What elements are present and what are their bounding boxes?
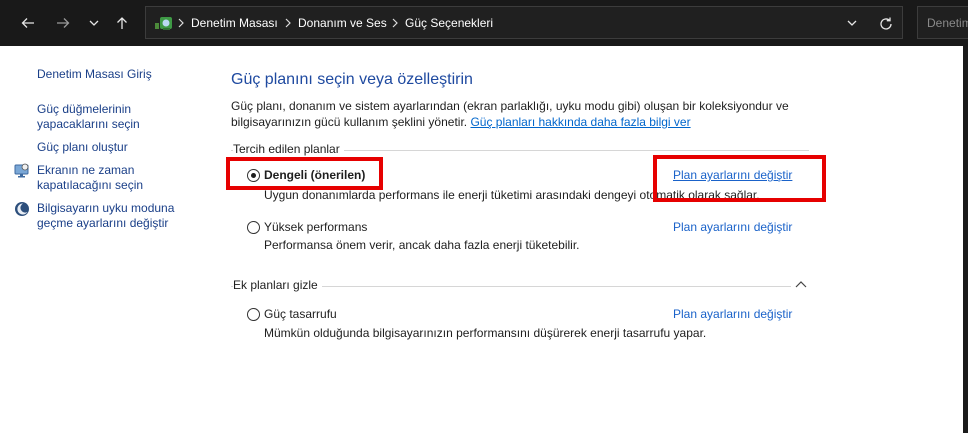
back-arrow-icon	[21, 18, 34, 28]
plan-radio-power-saver[interactable]	[247, 308, 260, 321]
address-path-box[interactable]: Denetim Masası Donanım ve Ses Güç Seçene…	[145, 6, 903, 39]
learn-more-link[interactable]: Güç planları hakkında daha fazla bilgi v…	[470, 115, 690, 129]
control-panel-icon	[155, 17, 172, 30]
plan-name-high-performance[interactable]: Yüksek performans	[264, 220, 367, 234]
plan-desc-high-performance: Performansa önem verir, ancak daha fazla…	[264, 238, 580, 252]
up-button[interactable]	[108, 9, 136, 37]
chevron-right-icon[interactable]	[283, 16, 293, 30]
forward-arrow-icon	[57, 18, 70, 28]
sidebar-item-label: yapacaklarını seçin	[37, 117, 140, 131]
sidebar-item-label: Ekranın ne zaman	[37, 163, 135, 177]
address-dropdown-icon[interactable]	[844, 15, 860, 31]
change-plan-settings-link-power-saver[interactable]: Plan ayarlarını değiştir	[673, 307, 792, 321]
sidebar-item-label: geçme ayarlarını değiştir	[37, 216, 169, 230]
change-plan-settings-link-high-performance[interactable]: Plan ayarlarını değiştir	[673, 220, 792, 234]
sidebar-item-power-buttons[interactable]: Güç düğmelerinin yapacaklarını seçin	[37, 102, 140, 132]
section-label: Ek planları gizle	[233, 278, 322, 292]
plan-radio-high-performance[interactable]	[247, 221, 260, 234]
monitor-icon	[14, 163, 29, 178]
chevron-right-icon	[178, 18, 184, 28]
sidebar-item-label: Güç düğmelerinin	[37, 102, 132, 116]
recent-locations-button[interactable]	[80, 9, 108, 37]
plan-desc-power-saver: Mümkün olduğunda bilgisayarınızın perfor…	[264, 326, 707, 340]
highlight-box-selected-plan	[226, 157, 383, 190]
extra-plans-header[interactable]: Ek planları gizle	[231, 278, 791, 294]
refresh-icon[interactable]	[876, 14, 896, 34]
page-title: Güç planını seçin veya özelleştirin	[231, 71, 473, 88]
back-button[interactable]	[14, 9, 42, 37]
section-label: Tercih edilen planlar	[233, 142, 344, 156]
sidebar-item-label: Bilgisayarın uyku moduna	[37, 201, 175, 215]
sidebar-item-display-off[interactable]: Ekranın ne zaman kapatılacağını seçin	[37, 163, 143, 193]
forward-button[interactable]	[49, 9, 77, 37]
sidebar-item-label: Güç planı oluştur	[37, 140, 128, 154]
chevron-down-icon	[89, 20, 99, 26]
sidebar-item-create-plan[interactable]: Güç planı oluştur	[37, 140, 128, 155]
window-edge	[963, 46, 968, 433]
plan-name-power-saver[interactable]: Güç tasarrufu	[264, 307, 337, 321]
sidebar-home-link[interactable]: Denetim Masası Giriş	[37, 67, 152, 82]
sidebar-item-sleep-settings[interactable]: Bilgisayarın uyku moduna geçme ayarların…	[37, 201, 174, 231]
intro-paragraph: Güç planı, donanım ve sistem ayarlarında…	[231, 98, 831, 130]
sidebar-item-label: kapatılacağını seçin	[37, 178, 144, 192]
address-bar: Denetim Masası Donanım ve Ses Güç Seçene…	[0, 0, 968, 46]
moon-icon	[15, 202, 29, 216]
breadcrumb-control-panel[interactable]: Denetim Masası	[191, 16, 278, 30]
breadcrumb-hardware-sound[interactable]: Donanım ve Ses	[298, 16, 387, 30]
search-input[interactable]: Denetim	[917, 6, 968, 39]
highlight-box-change-settings	[653, 155, 826, 202]
chevron-up-icon[interactable]	[794, 279, 808, 289]
chevron-right-icon[interactable]	[390, 16, 400, 30]
up-arrow-icon	[117, 17, 127, 29]
breadcrumb-power-options[interactable]: Güç Seçenekleri	[405, 16, 493, 30]
search-placeholder: Denetim	[927, 16, 968, 30]
